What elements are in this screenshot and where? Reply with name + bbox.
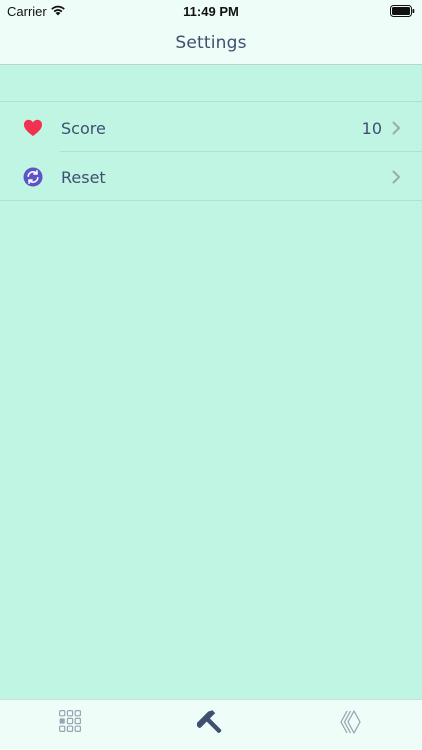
score-value: 10 xyxy=(361,119,382,138)
tab-bar xyxy=(0,699,422,750)
tab-tools[interactable] xyxy=(141,700,281,750)
reset-row[interactable]: Reset xyxy=(0,151,422,200)
refresh-icon xyxy=(23,167,43,187)
tab-layers[interactable] xyxy=(282,700,422,750)
score-label: Score xyxy=(61,119,106,138)
navigation-bar: Settings xyxy=(0,22,422,65)
battery-icon xyxy=(390,5,415,17)
page-title: Settings xyxy=(175,33,247,53)
chevron-right-icon xyxy=(392,170,400,184)
tab-grid[interactable] xyxy=(0,700,140,750)
reset-label: Reset xyxy=(61,168,106,187)
status-bar: Carrier 11:49 PM xyxy=(0,0,422,22)
heart-icon xyxy=(24,119,42,136)
score-row[interactable]: Score 10 xyxy=(0,102,422,151)
hammer-icon xyxy=(197,710,222,733)
status-time: 11:49 PM xyxy=(183,4,239,19)
diamond-layers-icon xyxy=(340,710,361,734)
settings-list: Score 10 Reset xyxy=(0,101,422,201)
grid-icon xyxy=(59,710,81,732)
chevron-right-icon xyxy=(392,121,400,135)
